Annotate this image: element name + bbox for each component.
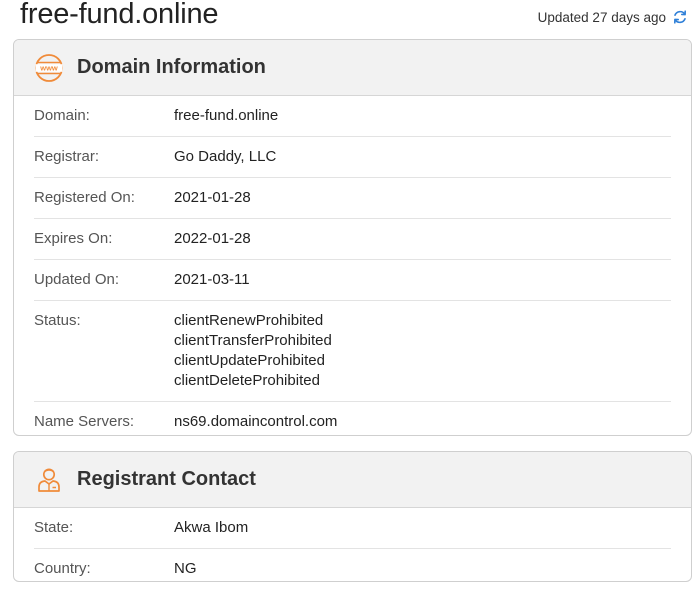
field-label: Status: — [34, 312, 81, 329]
field-value: clientRenewProhibited clientTransferProhi… — [174, 311, 332, 391]
field-value-line: ns70.domaincontrol.com — [174, 432, 337, 435]
field-value: Akwa Ibom — [174, 518, 248, 538]
domain-info-row-expires-on: Expires On: 2022-01-28 — [34, 219, 671, 260]
page-title: free-fund.online — [20, 0, 219, 30]
field-value-line: clientDeleteProhibited — [174, 372, 320, 389]
field-value: 2021-03-11 — [174, 270, 250, 290]
field-value-line: ns69.domaincontrol.com — [174, 413, 338, 430]
field-label: Country: — [34, 560, 91, 577]
domain-info-row-updated-on: Updated On: 2021-03-11 — [34, 260, 671, 301]
field-value: NG — [174, 559, 197, 579]
field-label: Updated On: — [34, 271, 120, 288]
field-label: Name Servers: — [34, 413, 135, 430]
domain-info-row-status: Status: clientRenewProhibited clientTransf… — [34, 301, 671, 402]
field-value-line: 2021-01-28 — [174, 189, 251, 206]
registrant-row-state: State: Akwa Ibom — [34, 508, 671, 549]
person-icon — [34, 465, 64, 495]
updated-text: Updated 27 days ago — [537, 9, 666, 25]
field-value: ns69.domaincontrol.com ns70.domaincontrol… — [174, 412, 338, 435]
registrant-contact-header: Registrant Contact — [14, 452, 691, 508]
field-value-line: 2022-01-28 — [174, 230, 251, 247]
registrant-contact-rows: State: Akwa Ibom Country: NG — [14, 508, 691, 581]
domain-info-row-registrar: Registrar: Go Daddy, LLC — [34, 137, 671, 178]
domain-info-row-name-servers: Name Servers: ns69.domaincontrol.com ns70.… — [34, 402, 671, 435]
field-value: 2022-01-28 — [174, 229, 251, 249]
field-value-line: clientUpdateProhibited — [174, 352, 325, 369]
domain-information-rows: Domain: free-fund.online Registrar: Go Dadd… — [14, 96, 691, 435]
domain-info-row-registered-on: Registered On: 2021-01-28 — [34, 178, 671, 219]
field-label: Registered On: — [34, 189, 135, 206]
field-value-line: free-fund.online — [174, 107, 279, 124]
registrant-contact-card: Registrant Contact State: Akwa Ibom Countr… — [13, 451, 692, 582]
registrant-contact-title: Registrant Contact — [77, 468, 256, 490]
www-icon: www — [34, 53, 64, 83]
field-value-line: Go Daddy, LLC — [174, 148, 277, 165]
field-value-line: clientTransferProhibited — [174, 332, 332, 349]
field-label: Expires On: — [34, 230, 113, 247]
field-value: 2021-01-28 — [174, 188, 251, 208]
field-value: free-fund.online — [174, 106, 278, 126]
updated-status: Updated 27 days ago — [538, 9, 688, 25]
registrant-row-country: Country: NG — [34, 549, 671, 581]
svg-text:www: www — [39, 63, 58, 72]
field-value-line: clientRenewProhibited — [174, 312, 324, 329]
field-label: Domain: — [34, 107, 90, 124]
field-value-line: 2021-03-11 — [174, 271, 250, 288]
domain-info-row-domain: Domain: free-fund.online — [34, 96, 671, 137]
domain-information-card: www Domain Information Domain: free-fund.… — [13, 39, 692, 436]
field-value-line: Akwa Ibom — [174, 519, 249, 536]
field-value: Go Daddy, LLC — [174, 147, 276, 167]
field-value-line: NG — [174, 560, 197, 577]
field-label: Registrar: — [34, 148, 100, 165]
refresh-icon[interactable] — [672, 9, 688, 25]
field-label: State: — [34, 519, 74, 536]
domain-information-title: Domain Information — [77, 56, 266, 78]
domain-information-header: www Domain Information — [14, 40, 691, 96]
page: free-fund.online Updated 27 days ago www — [0, 0, 700, 591]
